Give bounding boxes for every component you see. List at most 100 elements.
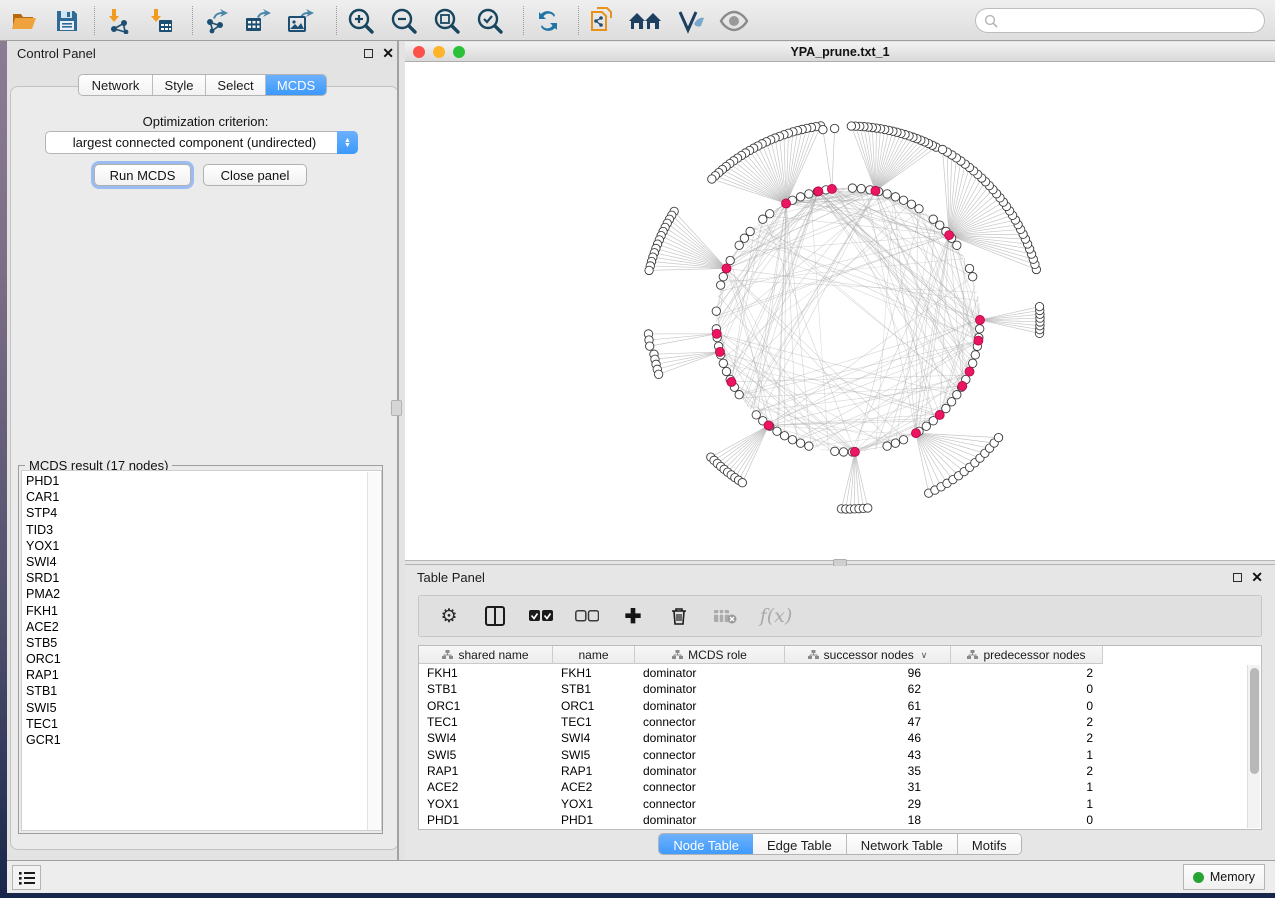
table-row[interactable]: PHD1PHD1dominator180 [419, 812, 1261, 828]
table-row[interactable]: ORC1ORC1dominator610 [419, 698, 1261, 714]
delete-column-button[interactable] [667, 604, 691, 628]
ring-node[interactable] [752, 411, 760, 419]
ring-node[interactable] [915, 205, 923, 213]
table-row[interactable]: FKH1FKH1dominator962 [419, 665, 1261, 681]
ring-node[interactable] [773, 427, 781, 435]
column-layout-button[interactable] [483, 604, 507, 628]
mcds-result-item[interactable]: GCR1 [26, 732, 365, 748]
mcds-result-item[interactable]: STB1 [26, 683, 365, 699]
dominator-node[interactable] [945, 231, 954, 240]
dominator-node[interactable] [850, 447, 859, 456]
import-table-button[interactable] [144, 5, 178, 36]
ring-node[interactable] [929, 215, 937, 223]
refresh-button[interactable] [531, 5, 565, 36]
mcds-result-item[interactable]: CAR1 [26, 489, 365, 505]
function-builder-button[interactable]: f(x) [759, 604, 793, 628]
ring-node[interactable] [922, 422, 930, 430]
float-panel-icon[interactable] [364, 49, 373, 58]
mcds-result-item[interactable]: SWI5 [26, 700, 365, 716]
search-input[interactable] [998, 11, 1264, 31]
ring-node[interactable] [976, 325, 984, 333]
dominator-node[interactable] [712, 329, 721, 338]
leaf-node[interactable] [938, 145, 946, 153]
import-network-button[interactable] [102, 5, 136, 36]
tab-style[interactable]: Style [153, 75, 206, 95]
column-header-predecessor-nodes[interactable]: predecessor nodes [951, 646, 1103, 664]
dominator-node[interactable] [958, 382, 967, 391]
tab-edge-table[interactable]: Edge Table [753, 834, 847, 855]
table-row[interactable]: YOX1YOX1connector291 [419, 795, 1261, 811]
mcds-result-item[interactable]: TEC1 [26, 716, 365, 732]
dominator-node[interactable] [976, 316, 985, 325]
ring-node[interactable] [805, 442, 813, 450]
vertical-splitter-handle[interactable] [391, 400, 402, 416]
ring-node[interactable] [722, 367, 730, 375]
leaf-node[interactable] [1035, 302, 1043, 310]
ring-node[interactable] [907, 200, 915, 208]
table-row[interactable]: RAP1RAP1dominator352 [419, 763, 1261, 779]
close-panel-icon[interactable]: ✕ [382, 46, 394, 60]
ring-node[interactable] [891, 439, 899, 447]
ring-node[interactable] [735, 391, 743, 399]
mcds-result-item[interactable]: RAP1 [26, 667, 365, 683]
leaf-node[interactable] [654, 370, 662, 378]
show-hide-button[interactable] [717, 5, 751, 36]
ring-node[interactable] [968, 273, 976, 281]
ring-node[interactable] [719, 273, 727, 281]
network-canvas[interactable] [405, 62, 1275, 560]
table-scrollbar[interactable] [1247, 665, 1260, 828]
ring-node[interactable] [712, 307, 720, 315]
ring-node[interactable] [788, 436, 796, 444]
dominator-node[interactable] [814, 187, 823, 196]
run-mcds-button[interactable]: Run MCDS [94, 164, 191, 186]
ring-node[interactable] [947, 398, 955, 406]
search-field[interactable] [975, 8, 1265, 33]
table-row[interactable]: STB1STB1dominator620 [419, 681, 1261, 697]
vertical-splitter[interactable] [397, 41, 399, 860]
close-panel-icon[interactable]: ✕ [1251, 570, 1263, 584]
mcds-result-item[interactable]: STP4 [26, 505, 365, 521]
column-header-shared-name[interactable]: shared name [419, 646, 553, 664]
leaf-node[interactable] [830, 124, 838, 132]
table-row[interactable]: ACE2ACE2connector311 [419, 779, 1261, 795]
dominator-node[interactable] [722, 264, 731, 273]
leaf-node[interactable] [847, 122, 855, 130]
close-panel-button[interactable]: Close panel [203, 164, 307, 186]
ring-node[interactable] [746, 227, 754, 235]
column-header-name[interactable]: name [553, 646, 635, 664]
dominator-node[interactable] [871, 186, 880, 195]
tab-motifs[interactable]: Motifs [958, 834, 1021, 855]
tab-select[interactable]: Select [206, 75, 266, 95]
table-options-button[interactable]: ⚙ [437, 604, 461, 628]
ring-node[interactable] [883, 190, 891, 198]
add-column-button[interactable]: ✚ [621, 604, 645, 628]
table-row[interactable]: TEC1TEC1connector472 [419, 714, 1261, 730]
dominator-node[interactable] [911, 429, 920, 438]
ring-node[interactable] [899, 196, 907, 204]
ring-node[interactable] [719, 359, 727, 367]
export-image-button[interactable] [284, 5, 318, 36]
leaf-node[interactable] [645, 266, 653, 274]
ring-node[interactable] [780, 432, 788, 440]
ring-node[interactable] [726, 256, 734, 264]
tab-network-table[interactable]: Network Table [847, 834, 958, 855]
table-row[interactable]: SWI4SWI4dominator462 [419, 730, 1261, 746]
mcds-result-item[interactable]: PHD1 [26, 473, 365, 489]
mcds-result-item[interactable]: ORC1 [26, 651, 365, 667]
save-session-button[interactable] [50, 5, 84, 36]
task-history-button[interactable] [12, 865, 41, 890]
ring-node[interactable] [936, 221, 944, 229]
dominator-node[interactable] [764, 421, 773, 430]
network-window-titlebar[interactable]: YPA_prune.txt_1 [405, 42, 1275, 62]
copy-network-button[interactable] [585, 5, 619, 36]
tab-node-table[interactable]: Node Table [659, 834, 753, 855]
ring-node[interactable] [857, 184, 865, 192]
table-scrollbar-thumb[interactable] [1250, 668, 1259, 774]
node-table[interactable]: shared namenameMCDS rolesuccessor nodes∨… [418, 645, 1262, 830]
tab-mcds[interactable]: MCDS [266, 75, 326, 95]
ring-node[interactable] [796, 439, 804, 447]
leaf-node[interactable] [708, 175, 716, 183]
mcds-result-item[interactable]: PMA2 [26, 586, 365, 602]
first-neighbors-button[interactable] [628, 5, 662, 36]
ring-node[interactable] [716, 281, 724, 289]
